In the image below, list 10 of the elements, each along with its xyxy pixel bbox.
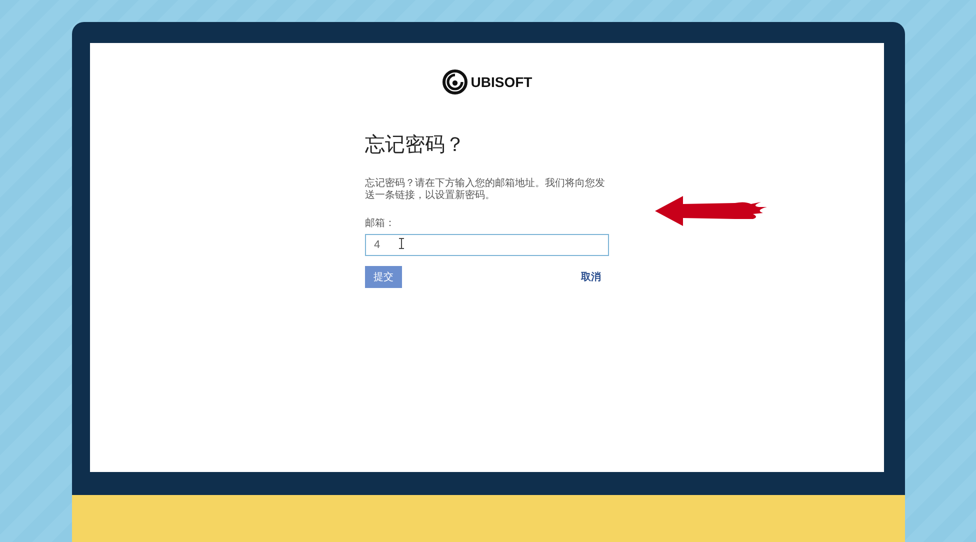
text-cursor-icon (399, 238, 404, 249)
email-field[interactable]: 4 (365, 234, 609, 256)
arrow-icon (655, 195, 767, 227)
logo-text: UBISOFT (470, 74, 532, 90)
cancel-link[interactable]: 取消 (581, 270, 609, 284)
submit-button[interactable]: 提交 (365, 266, 402, 288)
page-heading: 忘记密码？ (365, 133, 466, 158)
description-text: 忘记密码？请在下方输入您的邮箱地址。我们将向您发送一条链接，以设置新密码。 (365, 178, 606, 202)
logo-icon (442, 69, 468, 95)
email-label: 邮箱： (365, 216, 396, 230)
